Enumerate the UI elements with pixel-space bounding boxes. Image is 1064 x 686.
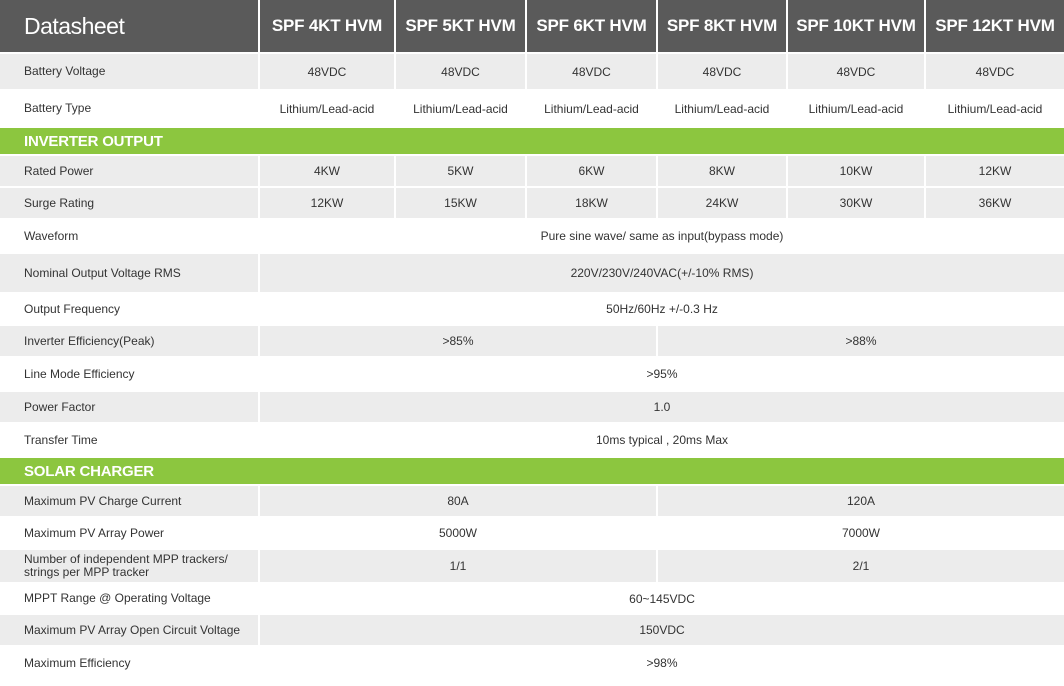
cell-value: 12KW [926,156,1064,188]
cell-value: 18KW [527,188,658,220]
row-label: Maximum PV Charge Current [0,486,260,518]
cell-value: 1/1 [260,550,658,584]
cell-value: 5KW [396,156,527,188]
rated-power-row: Rated Power 4KW 5KW 6KW 8KW 10KW 12KW [0,156,1064,188]
cell-value: >98% [260,647,1064,681]
cell-value: 15KW [396,188,527,220]
row-label: Surge Rating [0,188,260,220]
power-factor-row: Power Factor 1.0 [0,392,1064,424]
cell-value: 24KW [658,188,788,220]
row-label: Output Frequency [0,294,260,326]
datasheet-table: Datasheet SPF 4KT HVM SPF 5KT HVM SPF 6K… [0,0,1064,681]
max-efficiency-row: Maximum Efficiency >98% [0,647,1064,681]
row-label: Line Mode Efficiency [0,358,260,392]
max-open-circuit-voltage-row: Maximum PV Array Open Circuit Voltage 15… [0,615,1064,647]
cell-value: Pure sine wave/ same as input(bypass mod… [260,220,1064,254]
cell-value: Lithium/Lead-acid [926,91,1064,128]
max-pv-charge-current-row: Maximum PV Charge Current 80A 120A [0,486,1064,518]
cell-value: Lithium/Lead-acid [396,91,527,128]
nominal-output-voltage-row: Nominal Output Voltage RMS 220V/230V/240… [0,254,1064,294]
solar-charger-section: SOLAR CHARGER [0,458,1064,486]
max-pv-array-power-row: Maximum PV Array Power 5000W 7000W [0,518,1064,550]
row-label: Battery Type [0,91,260,128]
cell-value: 4KW [260,156,396,188]
cell-value: Lithium/Lead-acid [260,91,396,128]
header-row: Datasheet SPF 4KT HVM SPF 5KT HVM SPF 6K… [0,0,1064,54]
cell-value: 8KW [658,156,788,188]
cell-value: 120A [658,486,1064,518]
row-label: Power Factor [0,392,260,424]
datasheet-title: Datasheet [0,0,260,54]
row-label: Maximum Efficiency [0,647,260,681]
row-label: Maximum PV Array Open Circuit Voltage [0,615,260,647]
cell-value: Lithium/Lead-acid [527,91,658,128]
cell-value: 5000W [260,518,658,550]
cell-value: 60~145VDC [260,584,1064,615]
waveform-row: Waveform Pure sine wave/ same as input(b… [0,220,1064,254]
model-header-spf-6kt-hvm: SPF 6KT HVM [527,0,658,54]
transfer-time-row: Transfer Time 10ms typical , 20ms Max [0,424,1064,458]
cell-value: 30KW [788,188,926,220]
model-header-spf-12kt-hvm: SPF 12KT HVM [926,0,1064,54]
cell-value: 2/1 [658,550,1064,584]
inverter-output-section: INVERTER OUTPUT [0,128,1064,156]
model-header-spf-5kt-hvm: SPF 5KT HVM [396,0,527,54]
cell-value: >85% [260,326,658,358]
row-label: Nominal Output Voltage RMS [0,254,260,294]
cell-value: 7000W [658,518,1064,550]
cell-value: >88% [658,326,1064,358]
cell-value: 10ms typical , 20ms Max [260,424,1064,458]
cell-value: Lithium/Lead-acid [788,91,926,128]
line-mode-efficiency-row: Line Mode Efficiency >95% [0,358,1064,392]
cell-value: >95% [260,358,1064,392]
cell-value: Lithium/Lead-acid [658,91,788,128]
battery-voltage-row: Battery Voltage 48VDC 48VDC 48VDC 48VDC … [0,54,1064,91]
row-label: Transfer Time [0,424,260,458]
mpp-trackers-row: Number of independent MPP trackers/ stri… [0,550,1064,584]
row-label: Maximum PV Array Power [0,518,260,550]
cell-value: 48VDC [527,54,658,91]
output-frequency-row: Output Frequency 50Hz/60Hz +/-0.3 Hz [0,294,1064,326]
row-label: Battery Voltage [0,54,260,91]
cell-value: 36KW [926,188,1064,220]
section-title: SOLAR CHARGER [0,458,1064,486]
cell-value: 48VDC [658,54,788,91]
battery-type-row: Battery Type Lithium/Lead-acid Lithium/L… [0,91,1064,128]
cell-value: 220V/230V/240VAC(+/-10% RMS) [260,254,1064,294]
cell-value: 48VDC [260,54,396,91]
cell-value: 1.0 [260,392,1064,424]
model-header-spf-10kt-hvm: SPF 10KT HVM [788,0,926,54]
surge-rating-row: Surge Rating 12KW 15KW 18KW 24KW 30KW 36… [0,188,1064,220]
cell-value: 6KW [527,156,658,188]
row-label: Number of independent MPP trackers/ stri… [0,550,260,584]
cell-value: 50Hz/60Hz +/-0.3 Hz [260,294,1064,326]
section-title: INVERTER OUTPUT [0,128,1064,156]
model-header-spf-4kt-hvm: SPF 4KT HVM [260,0,396,54]
cell-value: 80A [260,486,658,518]
cell-value: 10KW [788,156,926,188]
inverter-efficiency-row: Inverter Efficiency(Peak) >85% >88% [0,326,1064,358]
cell-value: 12KW [260,188,396,220]
cell-value: 48VDC [926,54,1064,91]
model-header-spf-8kt-hvm: SPF 8KT HVM [658,0,788,54]
row-label: MPPT Range @ Operating Voltage [0,584,260,615]
row-label: Waveform [0,220,260,254]
cell-value: 48VDC [396,54,527,91]
mppt-range-row: MPPT Range @ Operating Voltage 60~145VDC [0,584,1064,615]
row-label: Inverter Efficiency(Peak) [0,326,260,358]
row-label: Rated Power [0,156,260,188]
cell-value: 48VDC [788,54,926,91]
cell-value: 150VDC [260,615,1064,647]
